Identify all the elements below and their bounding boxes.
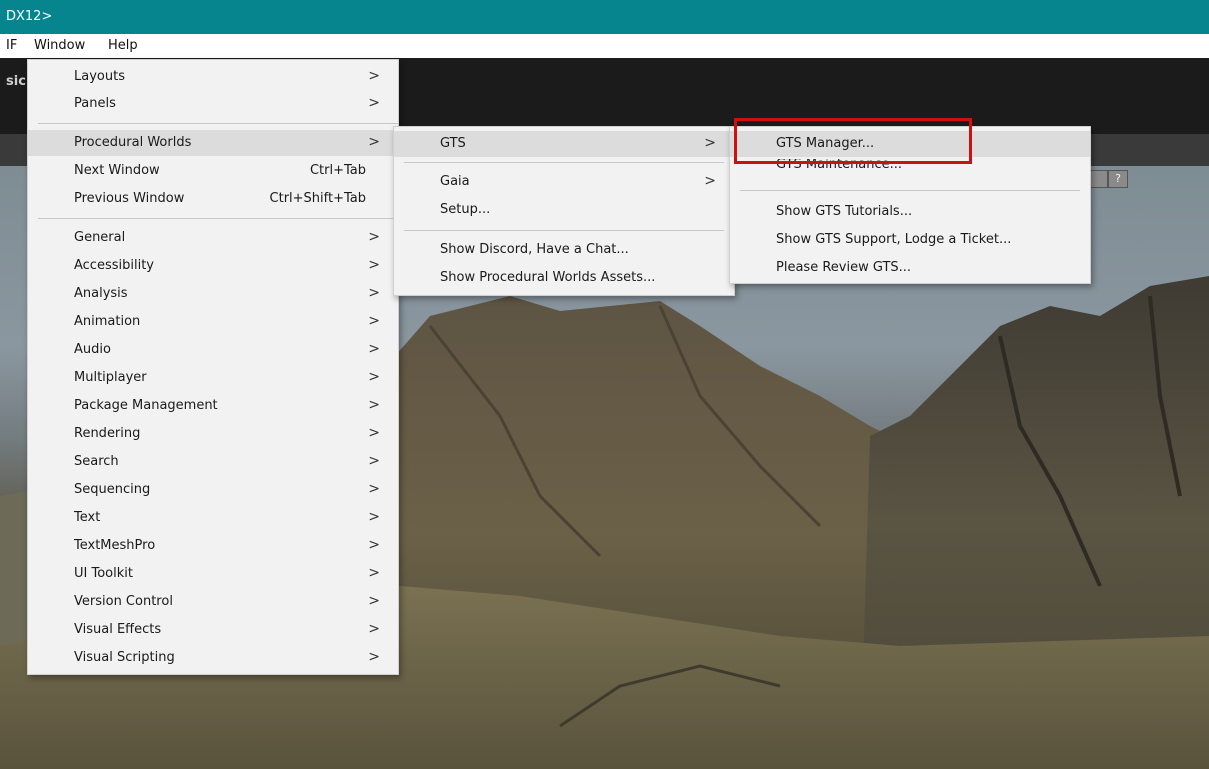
menu-item-visual-effects[interactable]: Visual Effects > bbox=[28, 617, 398, 643]
menu-item-label: Audio bbox=[74, 342, 111, 357]
highlight-callout bbox=[734, 118, 972, 164]
menu-separator bbox=[740, 190, 1080, 191]
menu-item-setup[interactable]: Setup... bbox=[394, 197, 734, 223]
help-icon[interactable]: ? bbox=[1108, 170, 1128, 188]
menu-item-accessibility[interactable]: Accessibility > bbox=[28, 253, 398, 279]
menu-item-rendering[interactable]: Rendering > bbox=[28, 421, 398, 447]
menu-item-label: UI Toolkit bbox=[74, 566, 133, 581]
menu-separator bbox=[404, 230, 724, 231]
menu-item-audio[interactable]: Audio > bbox=[28, 337, 398, 363]
menu-item-label: Show Procedural Worlds Assets... bbox=[440, 270, 656, 285]
chevron-right-icon: > bbox=[368, 313, 380, 329]
menu-item-label: TextMeshPro bbox=[74, 538, 156, 553]
menu-item-label: Setup... bbox=[440, 202, 491, 217]
menu-help[interactable]: Help bbox=[108, 38, 138, 53]
menu-separator bbox=[38, 123, 398, 124]
menu-item-show-pw-assets[interactable]: Show Procedural Worlds Assets... bbox=[394, 265, 734, 291]
menu-item-label: Visual Effects bbox=[74, 622, 162, 637]
chevron-right-icon: > bbox=[368, 621, 380, 637]
menu-bar: IF Window Help bbox=[0, 34, 1209, 58]
menu-item-show-gts-tutorials[interactable]: Show GTS Tutorials... bbox=[730, 199, 1090, 225]
window-menu: Layouts > Panels > Procedural Worlds > N… bbox=[27, 59, 399, 675]
menu-item-text[interactable]: Text > bbox=[28, 505, 398, 531]
menu-item-label: Show GTS Tutorials... bbox=[776, 204, 913, 219]
menu-item-analysis[interactable]: Analysis > bbox=[28, 281, 398, 307]
menu-item-label: General bbox=[74, 230, 126, 245]
menu-item-search[interactable]: Search > bbox=[28, 449, 398, 475]
menu-item-shortcut: Ctrl+Tab bbox=[309, 163, 366, 178]
menu-item-layouts[interactable]: Layouts > bbox=[28, 64, 398, 90]
chevron-right-icon: > bbox=[368, 593, 380, 609]
menu-item-label: GTS bbox=[440, 136, 466, 151]
menu-item-multiplayer[interactable]: Multiplayer > bbox=[28, 365, 398, 391]
menu-item-textmeshpro[interactable]: TextMeshPro > bbox=[28, 533, 398, 559]
menu-item-label: Show GTS Support, Lodge a Ticket... bbox=[776, 232, 1012, 247]
menu-item-label: Rendering bbox=[74, 426, 141, 441]
menu-item-label: Panels bbox=[74, 96, 116, 111]
chevron-right-icon: > bbox=[704, 173, 716, 189]
menu-item-label: Sequencing bbox=[74, 482, 151, 497]
menu-if[interactable]: IF bbox=[6, 38, 17, 53]
menu-item-label: Text bbox=[74, 510, 101, 525]
chevron-right-icon: > bbox=[368, 229, 380, 245]
menu-item-label: Search bbox=[74, 454, 119, 469]
menu-item-label: Package Management bbox=[74, 398, 218, 413]
menu-item-sequencing[interactable]: Sequencing > bbox=[28, 477, 398, 503]
menu-item-visual-scripting[interactable]: Visual Scripting > bbox=[28, 645, 398, 671]
menu-item-please-review-gts[interactable]: Please Review GTS... bbox=[730, 255, 1090, 281]
chevron-right-icon: > bbox=[368, 257, 380, 273]
menu-item-animation[interactable]: Animation > bbox=[28, 309, 398, 335]
window-title: DX12> bbox=[6, 9, 53, 24]
menu-item-label: Animation bbox=[74, 314, 141, 329]
menu-item-procedural-worlds[interactable]: Procedural Worlds > bbox=[28, 130, 398, 156]
menu-item-label: Show Discord, Have a Chat... bbox=[440, 242, 629, 257]
chevron-right-icon: > bbox=[368, 425, 380, 441]
menu-item-label: Procedural Worlds bbox=[74, 135, 192, 150]
menu-item-show-gts-support[interactable]: Show GTS Support, Lodge a Ticket... bbox=[730, 227, 1090, 253]
menu-item-label: Next Window bbox=[74, 163, 160, 178]
menu-item-label: Accessibility bbox=[74, 258, 154, 273]
menu-item-previous-window[interactable]: Previous Window Ctrl+Shift+Tab bbox=[28, 186, 398, 212]
menu-separator bbox=[38, 218, 398, 219]
menu-item-show-discord[interactable]: Show Discord, Have a Chat... bbox=[394, 237, 734, 263]
menu-item-label: Version Control bbox=[74, 594, 173, 609]
toolbar-partial-label: sic bbox=[6, 74, 26, 89]
menu-item-shortcut: Ctrl+Shift+Tab bbox=[269, 191, 366, 206]
chevron-right-icon: > bbox=[368, 649, 380, 665]
chevron-right-icon: > bbox=[368, 134, 380, 150]
menu-item-general[interactable]: General > bbox=[28, 225, 398, 251]
menu-item-label: Previous Window bbox=[74, 191, 185, 206]
menu-item-gaia[interactable]: Gaia > bbox=[394, 169, 734, 195]
menu-item-gts[interactable]: GTS > bbox=[394, 131, 734, 157]
chevron-right-icon: > bbox=[368, 509, 380, 525]
chevron-right-icon: > bbox=[368, 68, 380, 84]
chevron-right-icon: > bbox=[368, 537, 380, 553]
menu-item-package-management[interactable]: Package Management > bbox=[28, 393, 398, 419]
menu-item-label: Layouts bbox=[74, 69, 125, 84]
title-bar: DX12> bbox=[0, 0, 1209, 34]
chevron-right-icon: > bbox=[368, 481, 380, 497]
menu-window[interactable]: Window bbox=[34, 38, 85, 53]
chevron-right-icon: > bbox=[368, 369, 380, 385]
chevron-right-icon: > bbox=[368, 453, 380, 469]
menu-separator bbox=[404, 162, 724, 163]
chevron-right-icon: > bbox=[368, 95, 380, 111]
chevron-right-icon: > bbox=[704, 135, 716, 151]
chevron-right-icon: > bbox=[368, 285, 380, 301]
chevron-right-icon: > bbox=[368, 565, 380, 581]
menu-item-label: Analysis bbox=[74, 286, 128, 301]
menu-item-label: Multiplayer bbox=[74, 370, 147, 385]
chevron-right-icon: > bbox=[368, 341, 380, 357]
menu-item-label: Please Review GTS... bbox=[776, 260, 912, 275]
menu-item-version-control[interactable]: Version Control > bbox=[28, 589, 398, 615]
menu-item-next-window[interactable]: Next Window Ctrl+Tab bbox=[28, 158, 398, 184]
menu-item-panels[interactable]: Panels > bbox=[28, 91, 398, 117]
menu-item-ui-toolkit[interactable]: UI Toolkit > bbox=[28, 561, 398, 587]
menu-item-label: Visual Scripting bbox=[74, 650, 175, 665]
menu-item-label: Gaia bbox=[440, 174, 470, 189]
scene-control-icon[interactable] bbox=[1088, 170, 1108, 188]
chevron-right-icon: > bbox=[368, 397, 380, 413]
procedural-worlds-submenu: GTS > Gaia > Setup... Show Discord, Have… bbox=[393, 126, 735, 296]
